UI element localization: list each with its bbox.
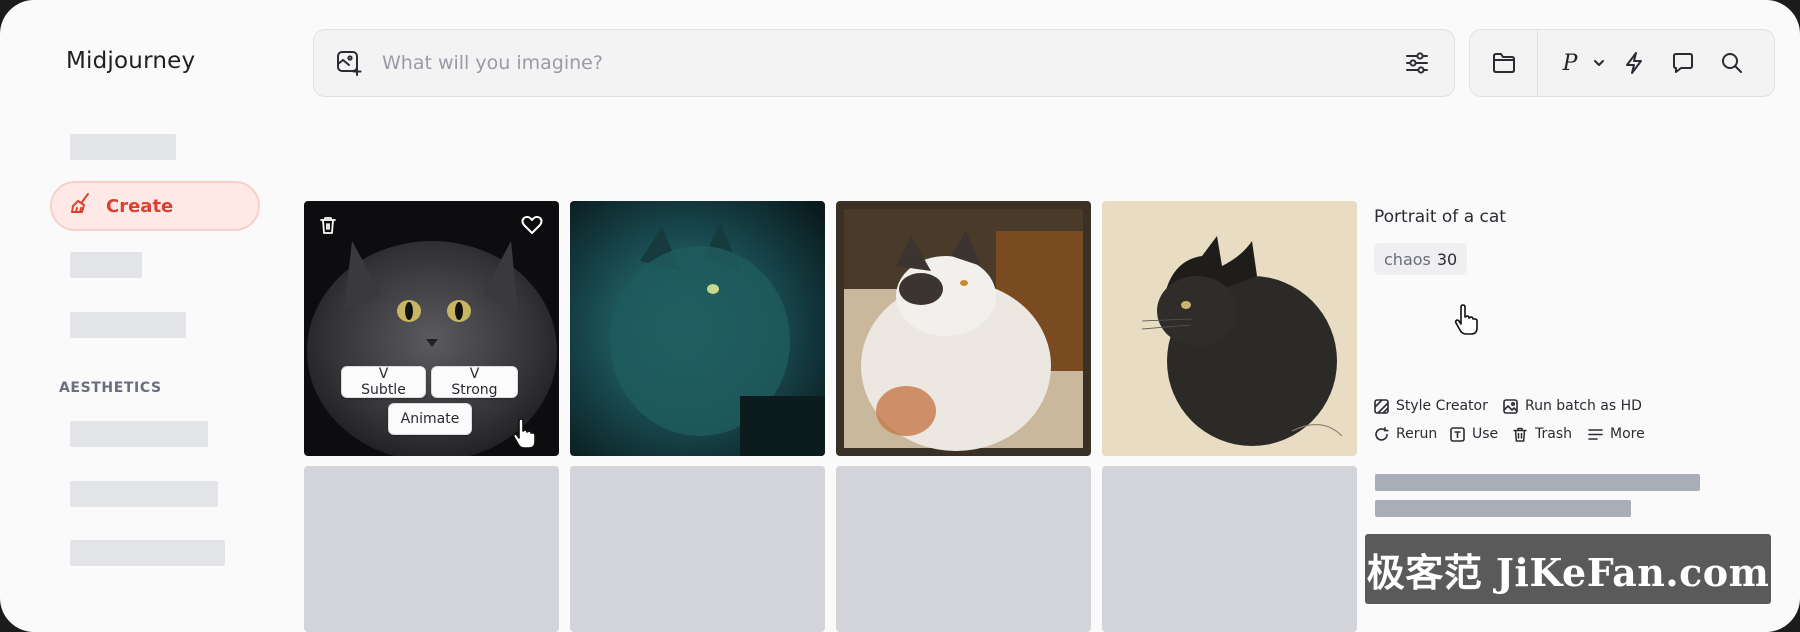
style-creator-action[interactable]: Style Creator	[1373, 398, 1488, 414]
text-box-icon	[1449, 426, 1465, 442]
use-action[interactable]: Use	[1449, 426, 1498, 442]
more-action[interactable]: More	[1587, 426, 1645, 442]
settings-sliders-icon[interactable]	[1402, 48, 1432, 78]
prompt-text[interactable]: Portrait of a cat	[1374, 207, 1506, 227]
vary-subtle-button[interactable]: V Subtle	[341, 366, 426, 398]
sidebar-skeleton-item	[70, 134, 176, 160]
image-tile-gray-cat[interactable]: V Subtle V Strong Animate	[304, 201, 559, 456]
heart-icon[interactable]	[519, 212, 545, 238]
image-tile-loading	[304, 466, 559, 632]
personalize-toggle[interactable]: P	[1550, 30, 1590, 96]
trash-action[interactable]: Trash	[1512, 426, 1572, 442]
watermark: 极客范 JiKeFan.com	[1365, 534, 1771, 604]
text-skeleton-line	[1375, 474, 1700, 491]
parameter-chip[interactable]: chaos 30	[1374, 243, 1468, 275]
prompt-input[interactable]	[382, 52, 1402, 74]
add-image-icon[interactable]	[334, 48, 364, 78]
sidebar-skeleton-item	[70, 312, 186, 338]
image-tile-loading	[570, 466, 825, 632]
action-label: Trash	[1535, 426, 1572, 442]
chat-bubble-icon[interactable]	[1660, 30, 1706, 96]
menu-lines-icon	[1587, 426, 1603, 442]
refresh-icon	[1373, 426, 1389, 442]
app-window: Midjourney Create AESTHETICS What will y…	[0, 0, 1800, 632]
cat-image	[1102, 201, 1357, 456]
hand-cursor-icon	[512, 418, 536, 449]
chevron-down-icon[interactable]	[1590, 30, 1608, 96]
personalize-letter: P	[1562, 50, 1578, 76]
brand-logo[interactable]: Midjourney	[66, 48, 195, 74]
action-label: More	[1610, 426, 1645, 442]
search-icon[interactable]	[1706, 30, 1758, 96]
sidebar-skeleton-item	[70, 252, 142, 278]
image-tile-white-cat[interactable]	[836, 201, 1091, 456]
animate-button[interactable]: Animate	[388, 403, 472, 435]
cat-image	[836, 201, 1091, 456]
cat-image	[570, 201, 825, 456]
image-tile-teal-cat[interactable]	[570, 201, 825, 456]
run-batch-hd-action[interactable]: Run batch as HD	[1502, 398, 1642, 414]
sidebar-skeleton-item	[70, 540, 225, 566]
section-heading-aesthetics: AESTHETICS	[59, 380, 162, 396]
lightning-icon[interactable]	[1608, 30, 1660, 96]
text-skeleton-line	[1375, 500, 1631, 517]
sidebar-item-create[interactable]: Create	[50, 181, 260, 231]
image-tile-loading	[1102, 466, 1357, 632]
parameter-value: 30	[1436, 249, 1458, 269]
rerun-action[interactable]: Rerun	[1373, 426, 1437, 442]
sidebar-skeleton-item	[70, 481, 218, 507]
prompt-bar	[313, 29, 1455, 97]
action-label: Style Creator	[1396, 398, 1488, 414]
trash-icon[interactable]	[315, 212, 341, 238]
image-hd-icon	[1502, 398, 1518, 414]
sidebar-skeleton-item	[70, 421, 208, 447]
folder-icon[interactable]	[1470, 30, 1538, 96]
paintbrush-icon	[68, 191, 94, 221]
action-label: Rerun	[1396, 426, 1438, 442]
image-tile-sketch-cat[interactable]	[1102, 201, 1357, 456]
action-label: Use	[1472, 426, 1499, 442]
hand-cursor-icon	[1454, 304, 1478, 335]
image-tile-loading	[836, 466, 1091, 632]
action-label: Run batch as HD	[1525, 398, 1642, 414]
toolbar: P	[1469, 29, 1775, 97]
trash-icon	[1512, 426, 1528, 442]
style-creator-icon	[1373, 398, 1389, 414]
parameter-key: chaos	[1384, 249, 1431, 269]
vary-strong-button[interactable]: V Strong	[431, 366, 518, 398]
sidebar-item-label: Create	[106, 195, 174, 217]
